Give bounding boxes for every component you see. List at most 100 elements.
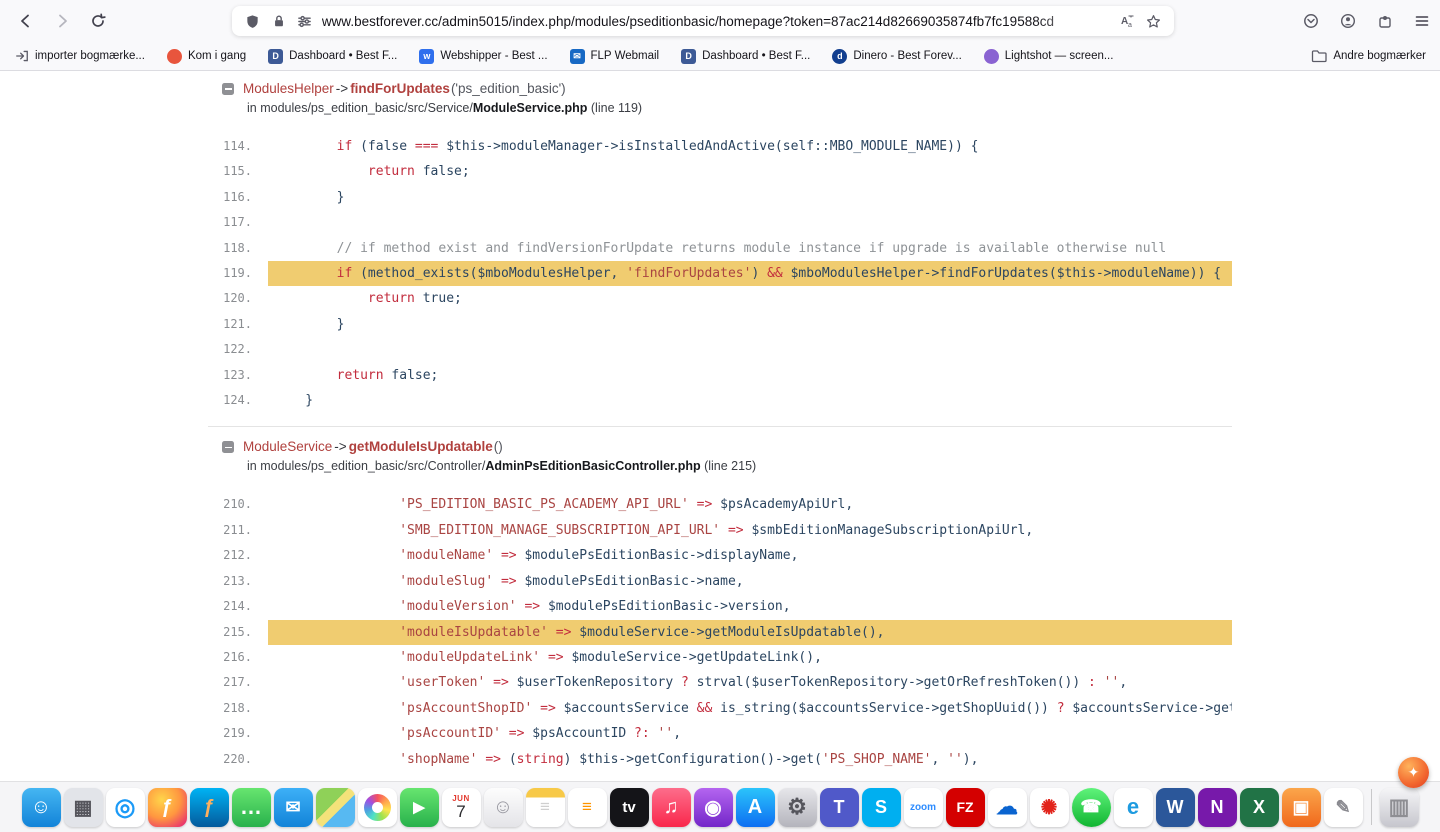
bookmark-favicon: D — [681, 48, 697, 64]
dock-finder[interactable]: ☺ — [21, 787, 61, 827]
dock-icon-glyph: ☺ — [492, 795, 514, 818]
back-button[interactable] — [10, 5, 42, 37]
dock-tv[interactable]: tv — [609, 787, 649, 827]
code-line: } — [268, 312, 1232, 337]
url-text: www.bestforever.cc/admin5015/index.php/m… — [321, 13, 1054, 29]
extensions-puzzle-icon[interactable] — [1369, 5, 1401, 37]
code-row: 123. return false; — [208, 363, 1232, 388]
bookmark-star-icon[interactable] — [1140, 8, 1166, 34]
trace-location: in modules/ps_edition_basic/src/Controll… — [247, 459, 757, 474]
dock-icon-glyph: ♫ — [663, 795, 679, 818]
bookmark-item[interactable]: ✉ FLP Webmail — [569, 48, 659, 64]
bookmark-item[interactable]: importer bogmærke... — [14, 49, 145, 64]
dock-contacts[interactable]: ☺ — [483, 787, 523, 827]
bookmark-item[interactable]: Lightshot — screen... — [983, 48, 1113, 64]
dock-remote-desktop[interactable]: ▣ — [1281, 787, 1321, 827]
dock-system-settings[interactable]: ⚙ — [777, 787, 817, 827]
permissions-tune-icon[interactable] — [292, 8, 318, 34]
code-line: 'psAccountID' => $psAccountID ?: '', — [268, 721, 1232, 746]
reload-button[interactable] — [82, 5, 114, 37]
code-line — [268, 210, 1232, 235]
pocket-icon[interactable] — [1295, 5, 1327, 37]
dock-icon-glyph: ◉ — [704, 796, 722, 819]
bookmark-item[interactable]: D Dashboard • Best F... — [268, 48, 398, 64]
code-row: 210. 'PS_EDITION_BASIC_PS_ACADEMY_API_UR… — [208, 492, 1232, 517]
collapse-icon[interactable] — [222, 441, 234, 454]
import-bookmarks-icon — [14, 49, 29, 64]
code-row: 219. 'psAccountID' => $psAccountID ?: ''… — [208, 721, 1232, 746]
dock-excel[interactable]: X — [1239, 787, 1279, 827]
dock-firefox[interactable]: ƒ — [147, 787, 187, 827]
other-bookmarks-folder[interactable]: Andre bogmærker — [1311, 49, 1426, 63]
dock-mail[interactable]: ✉ — [273, 787, 313, 827]
dock-icon-glyph: ▣ — [1292, 796, 1310, 817]
code-line: return false; — [268, 159, 1232, 184]
line-number: 214. — [223, 599, 252, 614]
floating-overlay-button[interactable]: ✦ — [1398, 757, 1429, 788]
dock-zoom[interactable]: zoom — [903, 787, 943, 827]
bookmark-item[interactable]: w Webshipper - Best ... — [419, 48, 548, 64]
code-text: 'moduleName' => $modulePsEditionBasic->d… — [399, 548, 799, 564]
bookmark-label: Dashboard • Best F... — [289, 50, 398, 62]
dock-safari[interactable]: ◎ — [105, 787, 145, 827]
dock-icon-glyph: ƒ — [203, 795, 215, 818]
code-row: 216. 'moduleUpdateLink' => $moduleServic… — [208, 645, 1232, 670]
floating-overlay-glyph: ✦ — [1407, 764, 1420, 780]
dock-app-store[interactable]: A — [735, 787, 775, 827]
dock-reminders[interactable]: ≡ — [567, 787, 607, 827]
translate-icon[interactable]: Aa — [1114, 8, 1140, 34]
dock-messages[interactable]: … — [231, 787, 271, 827]
toolbar-right-cluster — [1292, 5, 1440, 37]
code-row: 215. 'moduleIsUpdatable' => $moduleServi… — [208, 619, 1232, 645]
dock-textedit[interactable]: ✎ — [1323, 787, 1363, 827]
dock-teams[interactable]: T — [819, 787, 859, 827]
dock-launchpad[interactable]: ▦ — [63, 787, 103, 827]
bookmark-label: Webshipper - Best ... — [440, 50, 548, 62]
line-number: 122. — [223, 342, 252, 357]
bookmark-item[interactable]: d Dinero - Best Forev... — [832, 48, 962, 64]
dock-trash[interactable]: ▥ — [1379, 787, 1419, 827]
line-number: 213. — [223, 573, 252, 588]
dock-filezilla[interactable]: FZ — [945, 787, 985, 827]
line-number: 215. — [223, 624, 252, 639]
dock-calendar[interactable]: JUN 7 — [441, 787, 481, 827]
dock-photos[interactable] — [357, 787, 397, 827]
code-excerpt: 210. 'PS_EDITION_BASIC_PS_ACADEMY_API_UR… — [208, 492, 1232, 771]
dock-notes[interactable]: ≡ — [525, 787, 565, 827]
account-icon[interactable] — [1332, 5, 1364, 37]
url-bar[interactable]: www.bestforever.cc/admin5015/index.php/m… — [231, 6, 1174, 36]
bookmark-item[interactable]: D Dashboard • Best F... — [681, 48, 811, 64]
trace-file-name: AdminPsEditionBasicController.php — [485, 459, 701, 474]
dock-whatsapp[interactable]: ☎ — [1071, 787, 1111, 827]
dock-skype[interactable]: S — [861, 787, 901, 827]
highlighted-code-line: if (method_exists($mboModulesHelper, 'fi… — [268, 261, 1232, 287]
dock-acrobat[interactable]: ✺ — [1029, 787, 1069, 827]
dock-firefox-developer[interactable]: ƒ — [189, 787, 229, 827]
menu-hamburger-icon[interactable] — [1406, 5, 1438, 37]
tracking-shield-icon[interactable] — [240, 8, 266, 34]
dock-onedrive[interactable]: ☁ — [987, 787, 1027, 827]
code-text: 'moduleVersion' => $modulePsEditionBasic… — [399, 599, 791, 615]
dock-word[interactable]: W — [1155, 787, 1195, 827]
collapse-icon[interactable] — [222, 83, 234, 95]
code-line: 'moduleUpdateLink' => $moduleService->ge… — [268, 645, 1232, 670]
code-line: 'moduleName' => $modulePsEditionBasic->d… — [268, 543, 1232, 568]
dock-icon-glyph: ƒ — [161, 795, 173, 818]
dock-maps[interactable] — [315, 787, 355, 827]
trace-header[interactable]: ModuleService -> getModuleIsUpdatable () — [208, 439, 1232, 455]
dock-onenote[interactable]: N — [1197, 787, 1237, 827]
dock-music[interactable]: ♫ — [651, 787, 691, 827]
dock-icon-glyph: ≡ — [582, 797, 592, 816]
bookmark-label: importer bogmærke... — [35, 50, 145, 62]
dock-edge[interactable]: e — [1113, 787, 1153, 827]
dock-facetime[interactable]: ▶ — [399, 787, 439, 827]
bookmark-item[interactable]: Kom i gang — [166, 48, 247, 64]
bookmark-label: Dashboard • Best F... — [702, 50, 811, 62]
bookmark-label: Kom i gang — [187, 50, 247, 62]
trace-header[interactable]: ModulesHelper -> findForUpdates ('ps_editi… — [208, 81, 1232, 97]
lock-icon[interactable] — [266, 8, 292, 34]
forward-button[interactable] — [46, 5, 78, 37]
line-number: 219. — [223, 726, 252, 741]
dock-podcasts[interactable]: ◉ — [693, 787, 733, 827]
code-text: if (method_exists($mboModulesHelper, 'fi… — [336, 266, 1222, 282]
